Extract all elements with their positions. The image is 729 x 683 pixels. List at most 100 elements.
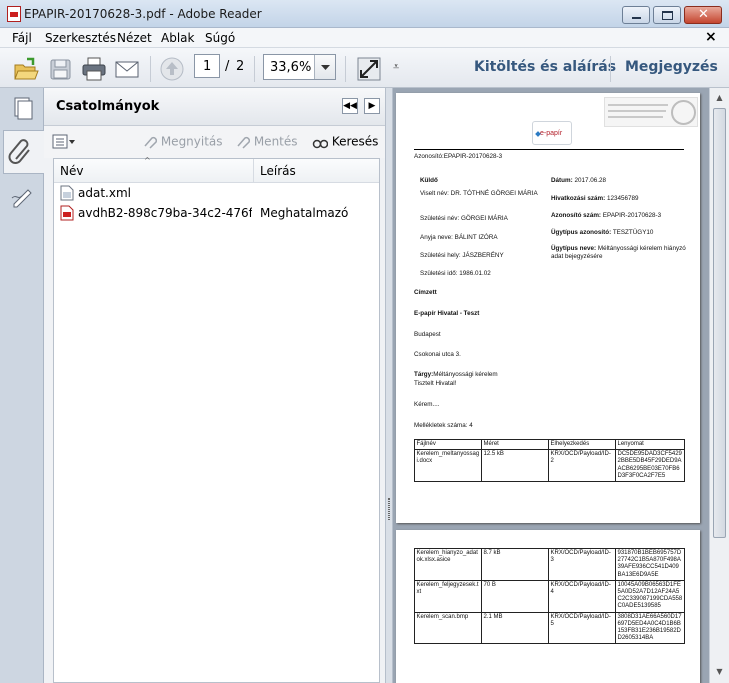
page-number-input[interactable]: 1	[194, 54, 220, 78]
greeting: Tisztelt Hivatal!	[414, 380, 457, 387]
menu-edit[interactable]: Szerkesztés	[45, 31, 116, 45]
sender-field: Születési név: GÖRGEI MÁRIA	[420, 215, 508, 222]
scroll-up-arrow-icon[interactable]: ▲	[712, 90, 727, 105]
minimize-icon	[632, 17, 641, 19]
scrollbar-thumb[interactable]	[713, 108, 726, 538]
table-header-row: Fájlnév Méret Elhelyezkedés Lenyomat	[414, 438, 685, 451]
pdf-file-icon	[60, 205, 74, 221]
column-header-description[interactable]: Leírás	[254, 159, 379, 183]
case-type-id-value: TESZTÜGY10	[612, 229, 654, 236]
subject-label: Tárgy:	[414, 371, 434, 378]
header-rule	[414, 149, 684, 150]
table-cell: DC5DE95DAD3CF54292BBE5DB45F29DED9AACB629…	[615, 449, 685, 482]
attachment-row[interactable]: avdhB2-898c79ba-34c2-476f-be... Meghatal…	[54, 203, 379, 223]
menu-file[interactable]: Fájl	[12, 31, 32, 45]
table-cell: KRX/OCD/Payload/ID-2	[548, 449, 616, 482]
attachment-name: avdhB2-898c79ba-34c2-476f-be...	[78, 206, 252, 220]
panel-title: Csatolmányok	[56, 99, 160, 114]
subject-value: Méltányossági kérelem	[433, 371, 498, 378]
epapir-logo: e-papír	[532, 121, 572, 145]
panel-header: Csatolmányok ◀◀ ▶	[44, 88, 385, 126]
menu-bar: Fájl Szerkesztés Nézet Ablak Súgó ×	[0, 28, 729, 48]
zoom-dropdown-button[interactable]	[314, 55, 335, 79]
print-button[interactable]	[80, 55, 108, 83]
table-cell: Kerelem_scan.bmp	[414, 611, 482, 645]
signatures-panel-button[interactable]	[6, 180, 38, 214]
case-type-name-field: Ügytípus neve: Méltányossági kérelem hiá…	[551, 245, 691, 261]
sender-heading: Küldő	[420, 177, 438, 184]
table-cell: 8.7 kB	[481, 548, 549, 581]
search-attachments-button[interactable]: Keresés	[312, 134, 378, 150]
table-header-cell: Elhelyezkedés	[548, 438, 616, 451]
table-cell: KRX/OCD/Payload/ID-5	[548, 611, 616, 645]
document-identifier: Azonosító:EPAPIR-20170628-3	[414, 153, 503, 160]
pdf-app-icon	[7, 6, 21, 22]
table-cell: 3808D31AE66A560D17697D5ED4A0C4D1B6B153FB…	[615, 611, 685, 645]
email-button[interactable]	[113, 55, 141, 83]
previous-page-button[interactable]	[158, 55, 186, 83]
full-screen-button[interactable]	[355, 55, 383, 83]
column-header-name-label: Név	[60, 164, 84, 178]
table-header-cell: Fájlnév	[414, 438, 482, 451]
table-header-cell: Méret	[481, 438, 549, 451]
open-attachment-button[interactable]: Megnyitás	[141, 134, 223, 150]
date-field: Dátum: 2017.06.28	[551, 177, 691, 185]
table-row: Kerelem_meltanyossagi.docx 12.5 kB KRX/O…	[414, 449, 685, 482]
scroll-down-arrow-icon[interactable]: ▼	[712, 664, 727, 679]
attachments-panel-button[interactable]	[3, 130, 44, 174]
toolbar-separator	[610, 56, 611, 82]
toolbar-separator	[150, 56, 151, 82]
sender-field: Viselt név: DR. TÓTHNÉ GÖRGEI MÁRIA	[420, 190, 538, 197]
attachments-toolbar: Megnyitás Mentés Keresés	[44, 126, 385, 158]
list-options-icon	[52, 134, 75, 149]
open-file-button[interactable]	[12, 55, 40, 83]
seal-line	[608, 110, 666, 112]
id-number-field: Azonosító szám: EPAPIR-20170628-3	[551, 212, 691, 220]
sender-field: Születési idő: 1986.01.02	[420, 270, 491, 277]
toolbar-overflow-icon[interactable]: ⩡	[393, 60, 399, 74]
page-total: 2	[236, 59, 245, 74]
collapse-panel-button[interactable]: ◀◀	[342, 98, 358, 114]
case-type-name-label: Ügytípus neve:	[551, 245, 597, 252]
sender-field: Születési hely: JÁSZBERÉNY	[420, 252, 504, 259]
close-window-button[interactable]: ✕	[684, 6, 722, 24]
view-options-button[interactable]	[52, 134, 76, 150]
comment-link[interactable]: Megjegyzés	[625, 59, 718, 75]
fill-and-sign-link[interactable]: Kitöltés és aláírás	[474, 59, 616, 75]
vertical-scrollbar[interactable]: ▲ ▼	[709, 88, 729, 683]
panel-splitter[interactable]	[385, 88, 393, 683]
zoom-select[interactable]: 33,6%	[263, 54, 336, 80]
id-number-value: EPAPIR-20170628-3	[602, 212, 662, 219]
save-attachment-button[interactable]: Mentés	[234, 134, 298, 150]
panel-options-button[interactable]: ▶	[364, 98, 380, 114]
zoom-value: 33,6%	[270, 60, 312, 75]
menu-view[interactable]: Nézet	[117, 31, 152, 45]
maximize-button[interactable]	[653, 6, 681, 24]
attachment-description: Meghatalmazó	[260, 206, 349, 220]
navigation-strip	[0, 88, 44, 683]
toolbar-separator	[254, 56, 255, 82]
chevron-down-icon	[321, 65, 330, 70]
page-current: 1	[203, 59, 212, 74]
attachment-name: adat.xml	[78, 186, 131, 200]
close-document-button[interactable]: ×	[705, 29, 717, 45]
table-cell: 10045A09B06563D1FE5A0D52A7D12AF24A5C2C33…	[615, 579, 685, 613]
column-header-name[interactable]: Név ^	[54, 156, 254, 183]
save-button[interactable]	[47, 55, 75, 83]
search-attachments-label: Keresés	[331, 134, 379, 149]
menu-help[interactable]: Súgó	[205, 31, 235, 45]
envelope-icon	[115, 61, 139, 78]
menu-window[interactable]: Ablak	[161, 31, 194, 45]
pages-panel-button[interactable]	[6, 92, 38, 126]
attachment-row[interactable]: adat.xml	[54, 183, 379, 203]
xml-file-icon	[60, 185, 74, 201]
minimize-button[interactable]	[622, 6, 650, 24]
printer-icon	[82, 57, 106, 81]
arrow-up-icon	[160, 57, 184, 81]
splitter-grip-icon	[388, 498, 390, 520]
table-cell: KRX/OCD/Payload/ID-4	[548, 579, 616, 613]
table-cell: Kerelem_meltanyossagi.docx	[414, 449, 482, 482]
case-type-id-field: Ügytípus azonosító: TESZTÜGY10	[551, 229, 691, 237]
recipient-city: Budapest	[414, 331, 441, 338]
seal-line	[608, 104, 668, 106]
